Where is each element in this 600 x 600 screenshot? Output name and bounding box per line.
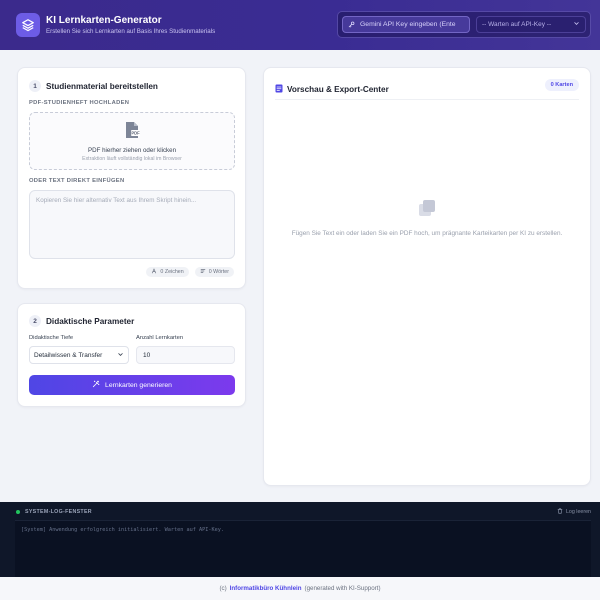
text-lines-icon <box>200 268 206 276</box>
pdf-file-icon: PDF <box>124 121 140 144</box>
params-card-header: 2 Didaktische Parameter <box>29 315 134 327</box>
document-icon <box>275 80 283 98</box>
params-card-title: Didaktische Parameter <box>46 316 135 326</box>
dropzone-subtitle: Extraktion läuft vollständig lokal im Br… <box>82 155 182 162</box>
text-size-icon <box>151 268 157 276</box>
system-log: SYSTEM-LOG-FENSTER Log leeren [System] A… <box>0 502 600 577</box>
log-header: SYSTEM-LOG-FENSTER <box>16 509 92 515</box>
preview-header: Vorschau & Export-Center <box>275 80 389 98</box>
dropzone-title: PDF hierher ziehen oder klicken <box>87 146 177 154</box>
layers-icon <box>16 13 40 37</box>
card-count-input[interactable] <box>136 346 235 364</box>
app-title: KI Lernkarten-Generator <box>46 14 162 26</box>
magic-wand-icon <box>92 380 100 390</box>
params-card: 2 Didaktische Parameter Didaktische Tief… <box>17 303 246 407</box>
char-count: 0 Zeichen <box>160 269 184 275</box>
svg-text:PDF: PDF <box>131 130 140 135</box>
word-count-badge: 0 Wörter <box>194 267 234 277</box>
generate-button-label: Lernkarten generieren <box>105 381 172 389</box>
char-count-badge: 0 Zeichen <box>146 267 189 277</box>
count-label: Anzahl Lernkarten <box>136 335 184 341</box>
word-count: 0 Wörter <box>208 269 229 275</box>
empty-state: Fügen Sie Text ein oder laden Sie ein PD… <box>288 198 566 239</box>
pdf-upload-label: PDF-Studienheft hochladen <box>29 100 130 106</box>
key-icon <box>348 21 355 28</box>
trash-icon <box>557 508 563 516</box>
preview-card: Vorschau & Export-Center 0 Karten Fügen … <box>263 67 591 486</box>
depth-select-value: Detailwissen & Transfer <box>34 351 103 359</box>
clear-log-button[interactable]: Log leeren <box>557 508 591 516</box>
log-output: [System] Anwendung erfolgreich initialis… <box>15 520 591 577</box>
model-select-value: -- Warten auf API-Key -- <box>482 21 552 28</box>
source-card: 1 Studienmaterial bereitstellen PDF-Stud… <box>17 67 246 289</box>
status-dot <box>16 510 20 514</box>
footer-suffix: (generated with KI-Support) <box>304 585 381 592</box>
chevron-down-icon <box>117 351 124 360</box>
source-card-title: Studienmaterial bereitstellen <box>46 81 158 91</box>
api-key-input[interactable] <box>360 21 460 28</box>
preview-title: Vorschau & Export-Center <box>287 84 389 94</box>
empty-state-text: Fügen Sie Text ein oder laden Sie ein PD… <box>291 230 563 237</box>
step-number: 2 <box>29 315 41 327</box>
app-header: KI Lernkarten-Generator Erstellen Sie si… <box>0 0 600 50</box>
model-select[interactable]: -- Warten auf API-Key -- <box>476 16 586 33</box>
chevron-down-icon <box>573 20 580 29</box>
clear-log-label: Log leeren <box>565 509 591 515</box>
footer-brand-link[interactable]: Informatikbüro Kühnlein <box>230 585 302 592</box>
generate-button[interactable]: Lernkarten generieren <box>29 375 235 395</box>
step-number: 1 <box>29 80 41 92</box>
pdf-dropzone[interactable]: PDF PDF hierher ziehen oder klicken Extr… <box>29 112 235 170</box>
text-stats: 0 Zeichen 0 Wörter <box>146 267 234 277</box>
footer: (c) Informatikbüro Kühnlein (generated w… <box>0 577 600 600</box>
footer-prefix: (c) <box>219 585 227 592</box>
api-panel: -- Warten auf API-Key -- <box>337 11 591 38</box>
api-key-field[interactable] <box>342 16 470 33</box>
divider <box>275 99 579 100</box>
depth-label: Didaktische Tiefe <box>29 335 74 341</box>
log-entry: [System] Anwendung erfolgreich initialis… <box>21 527 225 533</box>
source-card-header: 1 Studienmaterial bereitstellen <box>29 80 158 92</box>
app-subtitle: Erstellen Sie sich Lernkarten auf Basis … <box>46 27 216 35</box>
card-count-badge: 0 Karten <box>544 79 579 91</box>
copy-icon <box>417 198 437 223</box>
depth-select[interactable]: Detailwissen & Transfer <box>29 346 129 364</box>
text-input-label: Oder Text direkt einfügen <box>29 178 125 184</box>
log-title: SYSTEM-LOG-FENSTER <box>25 509 92 515</box>
source-text-input[interactable] <box>29 190 235 259</box>
